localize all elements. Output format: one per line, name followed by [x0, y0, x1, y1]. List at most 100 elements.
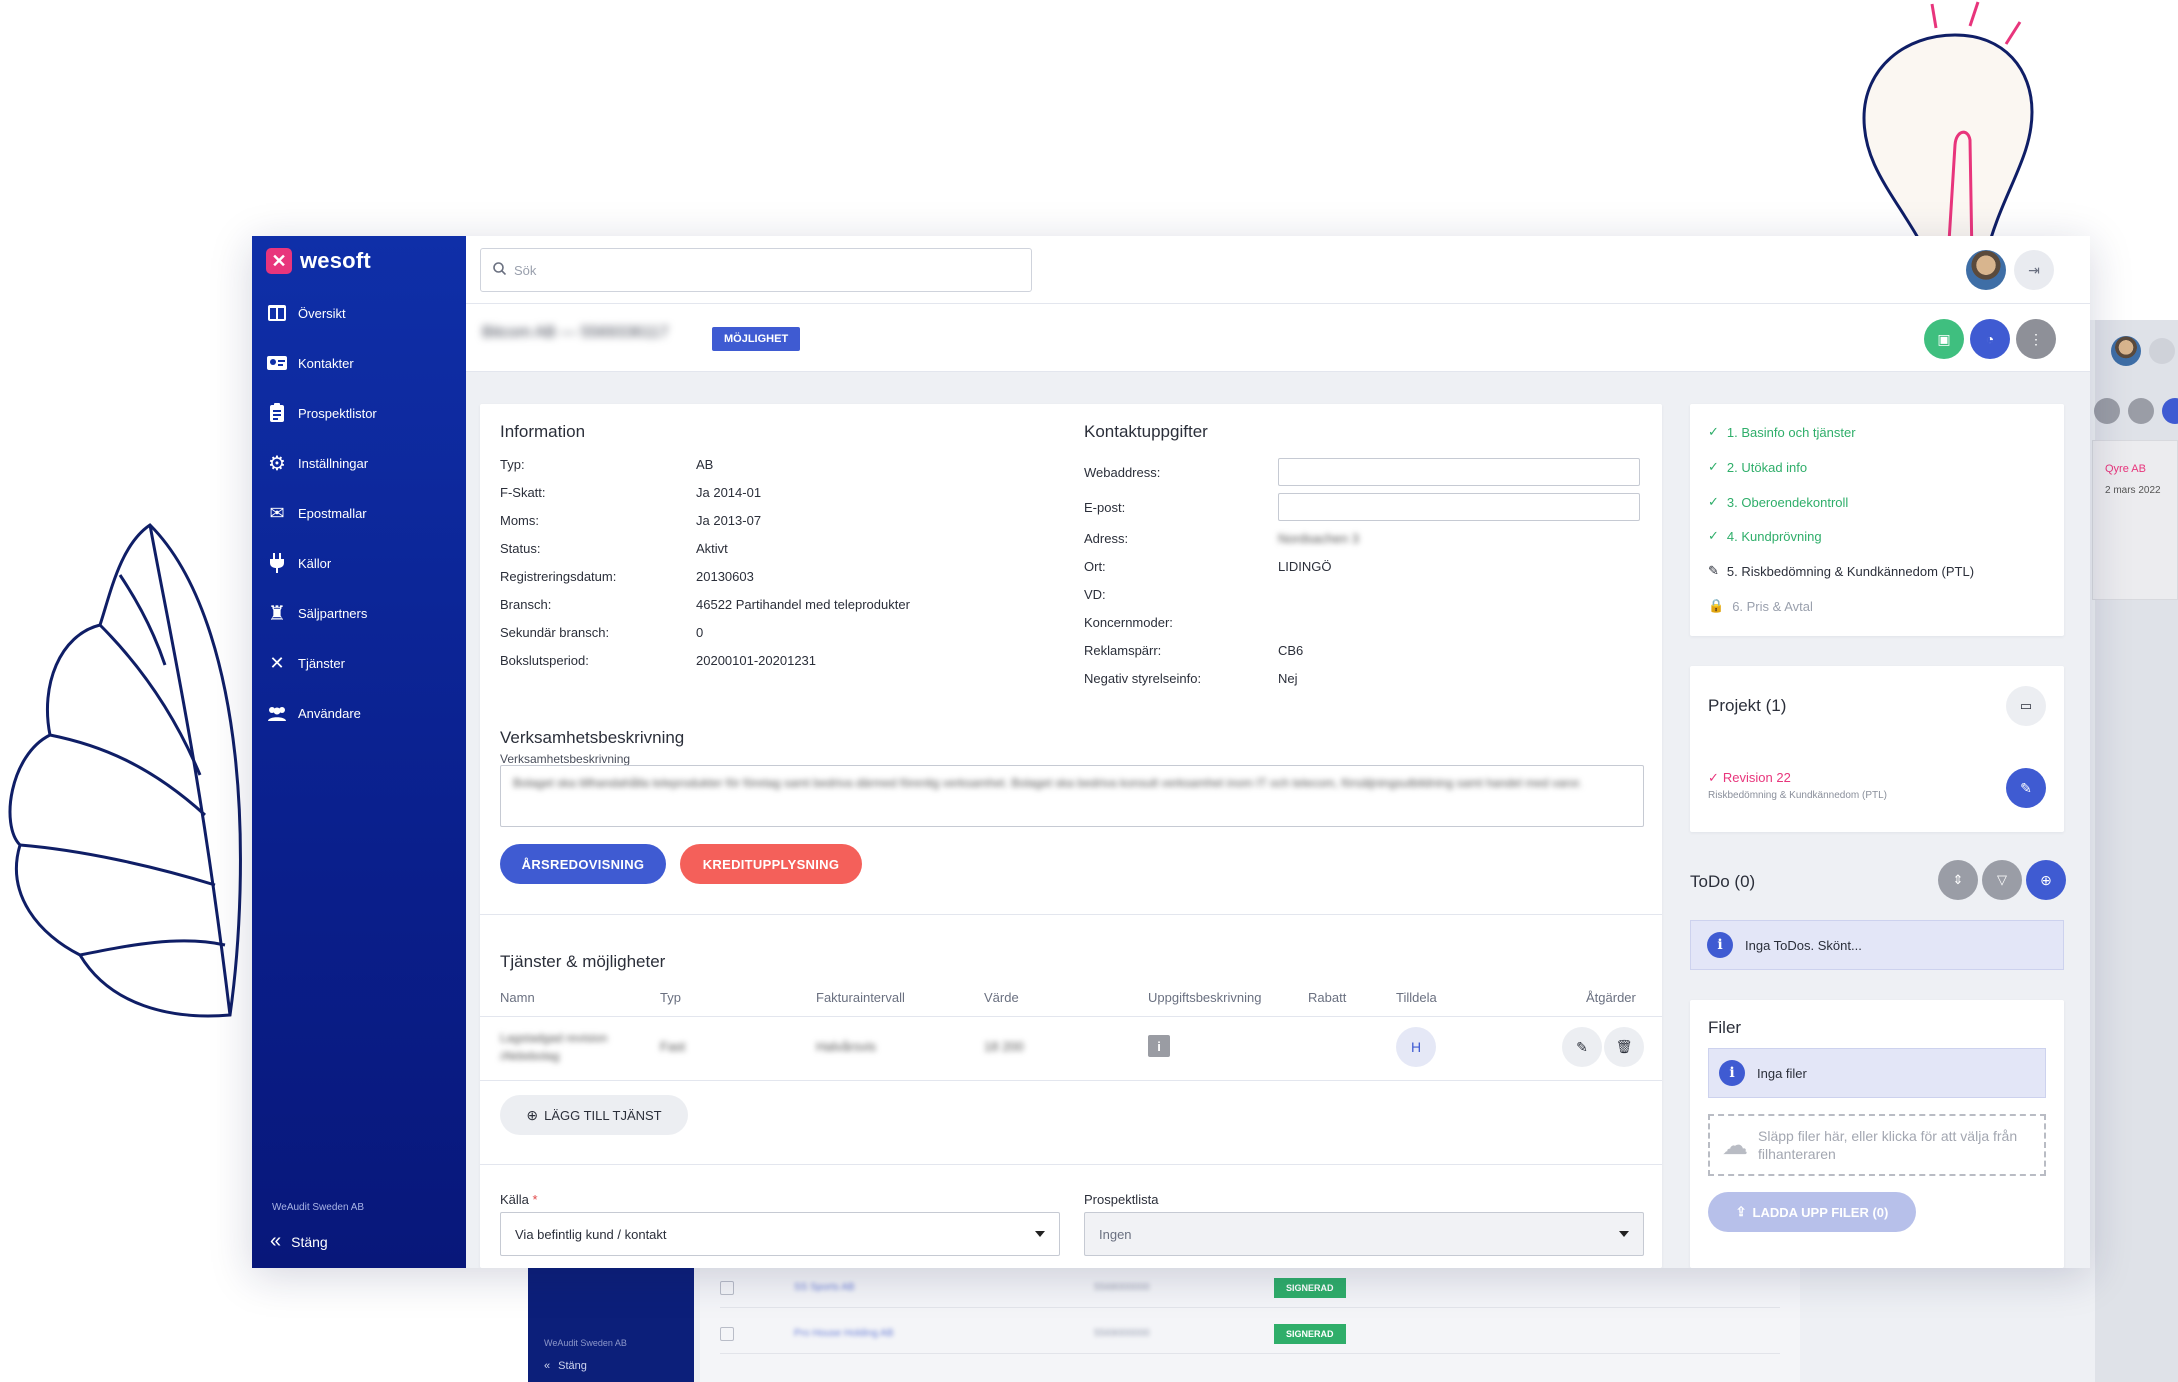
sidebar-item-label: Källor	[298, 555, 332, 571]
leaf-illustration	[8, 523, 242, 1018]
source-label: Källa *	[500, 1192, 538, 1207]
background-filter-icon	[2128, 398, 2154, 424]
sort-button[interactable]: ⇕	[1938, 860, 1978, 900]
contact-key: Reklamspärr:	[1084, 642, 1162, 658]
sidebar-item-kontakter[interactable]: Kontakter	[252, 338, 466, 388]
contact-key: Koncernmoder:	[1084, 614, 1173, 630]
email-field[interactable]	[1278, 493, 1640, 521]
comment-icon: ◔	[1985, 331, 1995, 347]
sidebar-item-oversikt[interactable]: Översikt	[252, 288, 466, 338]
business-description-field[interactable]: Bolaget ska tillhandahålla teleprodukter…	[500, 765, 1644, 827]
background-row-id: 5569000000	[1094, 1328, 1150, 1339]
check-circle-icon: ✓	[1708, 459, 1719, 474]
sidebar-item-prospektlistor[interactable]: Prospektlistor	[252, 388, 466, 438]
contact-value: LIDINGÖ	[1278, 558, 1332, 574]
folder-icon: ▭	[2019, 698, 2033, 713]
info-key: Status:	[500, 540, 541, 556]
plug-icon	[266, 552, 288, 574]
step-label: 6. Pris & Avtal	[1732, 598, 1813, 614]
step-item[interactable]: ✓ 4. Kundprövning	[1708, 526, 1822, 546]
dropzone-hint: Släpp filer här, eller klicka för att vä…	[1758, 1128, 2018, 1162]
more-button[interactable]: ⋮	[2016, 319, 2056, 359]
add-todo-button[interactable]: ⊕	[2026, 860, 2066, 900]
logout-button[interactable]: ⇥	[2014, 250, 2054, 290]
dashboard-icon	[266, 302, 288, 324]
search-icon	[493, 262, 507, 278]
prospect-label: Prospektlista	[1084, 1192, 1159, 1207]
source-select[interactable]: Via befintlig kund / kontakt	[500, 1212, 1060, 1256]
sort-icon: ⇕	[1952, 872, 1964, 887]
background-checkbox	[720, 1280, 734, 1295]
info-value: Aktivt	[696, 540, 728, 556]
contact-row: Reklamspärr: CB6	[1084, 636, 1640, 664]
upload-files-button[interactable]: ⇪ LADDA UPP FILER (0)	[1708, 1192, 1916, 1232]
brand-logo[interactable]: ✕ wesoft	[266, 248, 371, 274]
envelope-icon: ✉	[269, 502, 285, 523]
sidebar: ✕ wesoft Översikt Kontakter Prospektlist…	[252, 236, 466, 1268]
info-row: Status: Aktivt	[500, 534, 910, 562]
sidebar-item-epostmallar[interactable]: ✉ Epostmallar	[252, 488, 466, 538]
step-item: 🔒 6. Pris & Avtal	[1708, 596, 1813, 616]
file-dropzone[interactable]: ☁ Släpp filer här, eller klicka för att …	[1708, 1114, 2046, 1176]
search-input[interactable]: Sök	[480, 248, 1032, 292]
annual-report-button[interactable]: ÅRSREDOVISNING	[500, 844, 666, 884]
check-circle-icon: ✓	[1708, 494, 1719, 509]
service-type: Fast	[660, 1039, 686, 1054]
sidebar-item-kallor[interactable]: Källor	[252, 538, 466, 588]
background-logout-icon	[2149, 338, 2175, 364]
background-card-title: Qyre AB	[2105, 463, 2146, 475]
step-label: 3. Oberoendekontroll	[1726, 494, 1849, 510]
users-icon	[266, 702, 288, 724]
info-key: Sekundär bransch:	[500, 624, 610, 640]
files-empty-text: Inga filer	[1757, 1065, 1807, 1081]
save-button[interactable]: ▣	[1924, 319, 1964, 359]
sidebar-item-tjanster[interactable]: ✕ Tjänster	[252, 638, 466, 688]
assignee-avatar[interactable]: H	[1396, 1027, 1436, 1067]
step-item[interactable]: ✓ 2. Utökad info	[1708, 457, 1807, 477]
comment-button[interactable]: ◔	[1970, 319, 2010, 359]
files-card: Filer i Inga filer ☁ Släpp filer här, el…	[1690, 1000, 2064, 1268]
app-window: ✕ wesoft Översikt Kontakter Prospektlist…	[252, 236, 2090, 1268]
service-name: Lagstadgad revision /Aktiebolag	[500, 1031, 608, 1063]
sidebar-item-installningar[interactable]: ⚙ Inställningar	[252, 438, 466, 488]
sidebar-item-anvandare[interactable]: Användare	[252, 688, 466, 738]
topbar: Sök ⇥	[466, 236, 2090, 304]
lock-icon: 🔒	[1708, 598, 1725, 613]
background-row-name: SS Sports AB	[794, 1282, 855, 1293]
services-title: Tjänster & möjligheter	[500, 952, 666, 971]
website-field[interactable]	[1278, 458, 1640, 486]
step-item[interactable]: ✎ 5. Riskbedömning & Kundkännedom (PTL)	[1708, 561, 1974, 581]
chevron-down-icon	[1619, 1231, 1629, 1237]
credit-report-button[interactable]: KREDITUPPLYSNING	[680, 844, 862, 884]
filter-button[interactable]: ▽	[1982, 860, 2022, 900]
edit-project-button[interactable]: ✎	[2006, 768, 2046, 808]
prospect-select-value: Ingen	[1099, 1226, 1132, 1242]
info-value: Ja 2013-07	[696, 512, 762, 528]
column-header: Namn	[500, 990, 535, 1005]
step-item[interactable]: ✓ 1. Basinfo och tjänster	[1708, 422, 1856, 442]
background-sort-icon	[2094, 398, 2120, 424]
delete-service-button[interactable]: 🗑	[1604, 1027, 1644, 1067]
steps-card: ✓ 1. Basinfo och tjänster ✓ 2. Utökad info…	[1690, 404, 2064, 636]
sidebar-item-label: Säljpartners	[298, 605, 368, 621]
avatar[interactable]	[1966, 250, 2006, 290]
edit-service-button[interactable]: ✎	[1562, 1027, 1602, 1067]
sidebar-item-saljpartners[interactable]: ♜ Säljpartners	[252, 588, 466, 638]
prospect-select[interactable]: Ingen	[1084, 1212, 1644, 1256]
open-folder-button[interactable]: ▭	[2006, 686, 2046, 726]
check-circle-icon: ✓	[1708, 528, 1719, 543]
business-label: Verksamhetsbeskrivning	[500, 752, 631, 766]
background-card: Qyre AB 2 mars 2022	[2092, 440, 2178, 600]
project-item-name[interactable]: ✓ Revision 22	[1708, 770, 1791, 786]
step-item[interactable]: ✓ 3. Oberoendekontroll	[1708, 492, 1848, 512]
save-icon: ▣	[1937, 330, 1951, 347]
files-title: Filer	[1708, 1018, 1742, 1037]
background-checkbox	[720, 1326, 734, 1341]
info-square-icon[interactable]: i	[1148, 1035, 1170, 1057]
divider	[480, 1164, 1662, 1165]
background-double-chevron-icon: «	[544, 1360, 551, 1372]
sidebar-close-button[interactable]: « Stäng	[270, 1230, 328, 1253]
gears-icon: ⚙	[268, 452, 286, 475]
add-service-button[interactable]: ⊕ LÄGG TILL TJÄNST	[500, 1095, 688, 1135]
sidebar-item-label: Översikt	[298, 305, 346, 321]
